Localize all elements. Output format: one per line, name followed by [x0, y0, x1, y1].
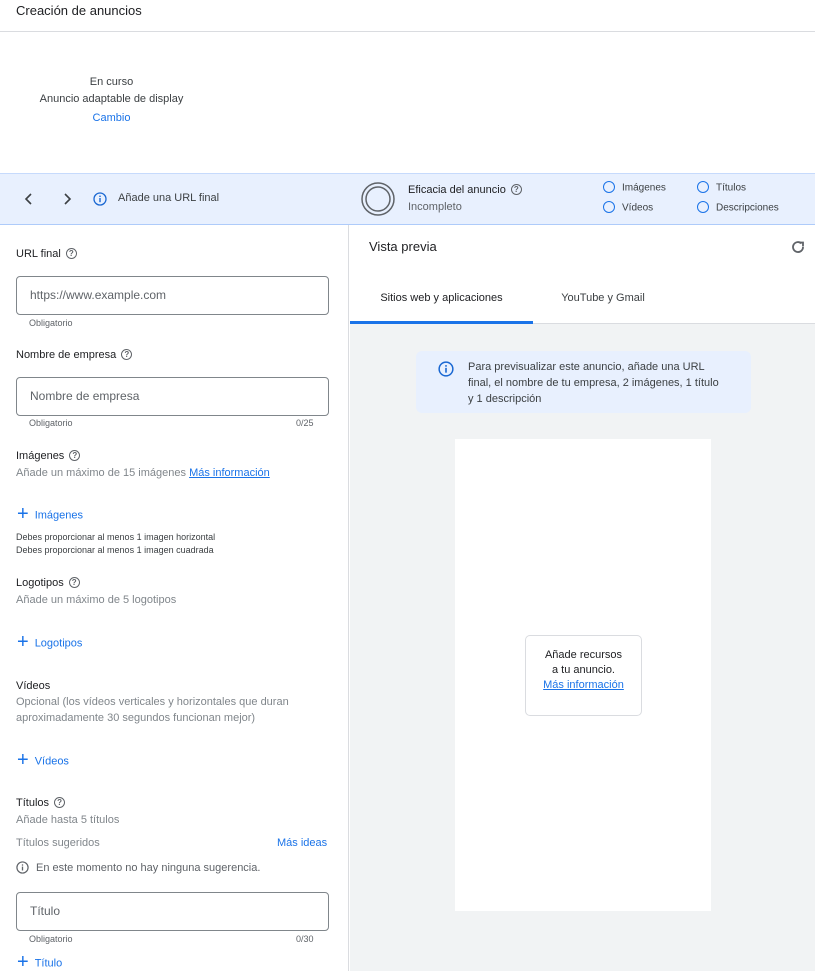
card-text-line1: Añade recursos	[544, 649, 623, 661]
info-icon	[93, 192, 107, 206]
toolbar-hint: Añade una URL final	[118, 192, 220, 204]
videos-subtitle-line1: Opcional (los vídeos verticales y horizo…	[16, 696, 289, 708]
info-text-line2: final, el nombre de tu empresa, 2 imágen…	[468, 377, 719, 389]
plus-icon: +	[17, 749, 29, 771]
circle-icon	[697, 201, 709, 213]
preview-panel: Vista previa Sitios web y aplicaciones Y…	[350, 225, 815, 971]
page-title: Creación de anuncios	[16, 3, 142, 18]
images-subtitle: Añade un máximo de 15 imágenes Más infor…	[16, 467, 270, 479]
checklist-item-images: Imágenes	[603, 181, 666, 194]
tab-youtube-gmail[interactable]: YouTube y Gmail	[533, 292, 673, 304]
checklist-item-titles: Títulos	[697, 181, 746, 194]
help-icon[interactable]: ?	[510, 183, 522, 195]
circle-icon	[697, 181, 709, 193]
logos-label: Logotipos?	[16, 576, 80, 589]
images-more-info-link[interactable]: Más información	[189, 467, 270, 479]
business-required: Obligatorio	[29, 418, 73, 428]
ad-toolbar: Añade una URL final Eficacia del anuncio…	[0, 173, 815, 225]
checklist-item-descriptions: Descripciones	[697, 201, 779, 214]
business-char-count: 0/25	[296, 418, 314, 428]
help-icon[interactable]: ?	[69, 449, 81, 461]
title-char-count: 0/30	[296, 934, 314, 944]
plus-icon: +	[17, 631, 29, 653]
title-input[interactable]: Título	[16, 892, 329, 931]
plus-icon: +	[17, 503, 29, 525]
info-icon	[16, 861, 29, 874]
images-requirement-square: Debes proporcionar al menos 1 imagen cua…	[16, 545, 214, 555]
tab-websites-apps[interactable]: Sitios web y aplicaciones	[350, 292, 533, 304]
help-icon[interactable]: ?	[54, 796, 66, 808]
preview-placeholder-card: Añade recursos a tu anuncio. Más informa…	[525, 635, 642, 716]
videos-subtitle-line2: aproximadamente 30 segundos funcionan me…	[16, 712, 256, 724]
card-text-line2: a tu anuncio.	[552, 664, 615, 676]
circle-icon	[603, 201, 615, 213]
add-logos-button[interactable]: + Logotipos	[17, 631, 82, 655]
preview-info-banner: Para previsualizar este anuncio, añade u…	[416, 351, 751, 413]
card-more-info-link[interactable]: Más información	[526, 679, 641, 691]
plus-icon: +	[17, 951, 29, 971]
business-label: Nombre de empresa?	[16, 348, 133, 361]
info-icon	[438, 361, 454, 377]
add-images-button[interactable]: + Imágenes	[17, 503, 83, 527]
titles-suggested-label: Títulos sugeridos	[16, 837, 100, 849]
preview-title: Vista previa	[369, 239, 437, 254]
videos-label: Vídeos	[16, 680, 51, 692]
logos-subtitle: Añade un máximo de 5 logotipos	[16, 594, 177, 606]
ad-status: En curso Anuncio adaptable de display Ca…	[0, 76, 223, 124]
circle-icon	[603, 181, 615, 193]
business-name-input[interactable]: Nombre de empresa	[16, 377, 329, 416]
titles-label: Títulos?	[16, 796, 66, 809]
info-text-line1: Para previsualizar este anuncio, añade u…	[468, 361, 705, 373]
url-required: Obligatorio	[29, 318, 73, 328]
chevron-left-icon[interactable]	[22, 189, 36, 209]
chevron-right-icon[interactable]	[60, 189, 74, 209]
title-required: Obligatorio	[29, 934, 73, 944]
help-icon[interactable]: ?	[121, 348, 133, 360]
preview-header: Vista previa Sitios web y aplicaciones Y…	[350, 225, 815, 324]
page-header: Creación de anuncios	[0, 0, 815, 32]
status-state: En curso	[89, 76, 134, 88]
preview-phone-frame: Añade recursos a tu anuncio. Más informa…	[455, 439, 711, 911]
efficacy-title: Eficacia del anuncio?	[408, 183, 522, 196]
refresh-icon[interactable]	[790, 239, 806, 255]
images-requirement-horizontal: Debes proporcionar al menos 1 imagen hor…	[16, 532, 216, 542]
titles-subtitle: Añade hasta 5 títulos	[16, 814, 120, 826]
add-videos-button[interactable]: + Vídeos	[17, 749, 69, 773]
efficacy-ring-icon	[360, 181, 396, 217]
help-icon[interactable]: ?	[65, 247, 77, 259]
url-input[interactable]: https://www.example.com	[16, 276, 329, 315]
efficacy-status: Incompleto	[408, 201, 462, 213]
help-icon[interactable]: ?	[68, 576, 80, 588]
tab-active-indicator	[350, 321, 533, 324]
info-text-line3: y 1 descripción	[468, 393, 542, 405]
checklist-item-videos: Vídeos	[603, 201, 653, 214]
ad-type: Anuncio adaptable de display	[39, 93, 184, 105]
more-ideas-link[interactable]: Más ideas	[277, 837, 327, 849]
change-link[interactable]: Cambio	[0, 112, 223, 124]
add-title-button[interactable]: + Título	[17, 951, 62, 971]
images-label: Imágenes?	[16, 449, 81, 462]
no-suggestion-text: En este momento no hay ninguna sugerenci…	[36, 862, 261, 874]
url-label: URL final?	[16, 247, 77, 260]
